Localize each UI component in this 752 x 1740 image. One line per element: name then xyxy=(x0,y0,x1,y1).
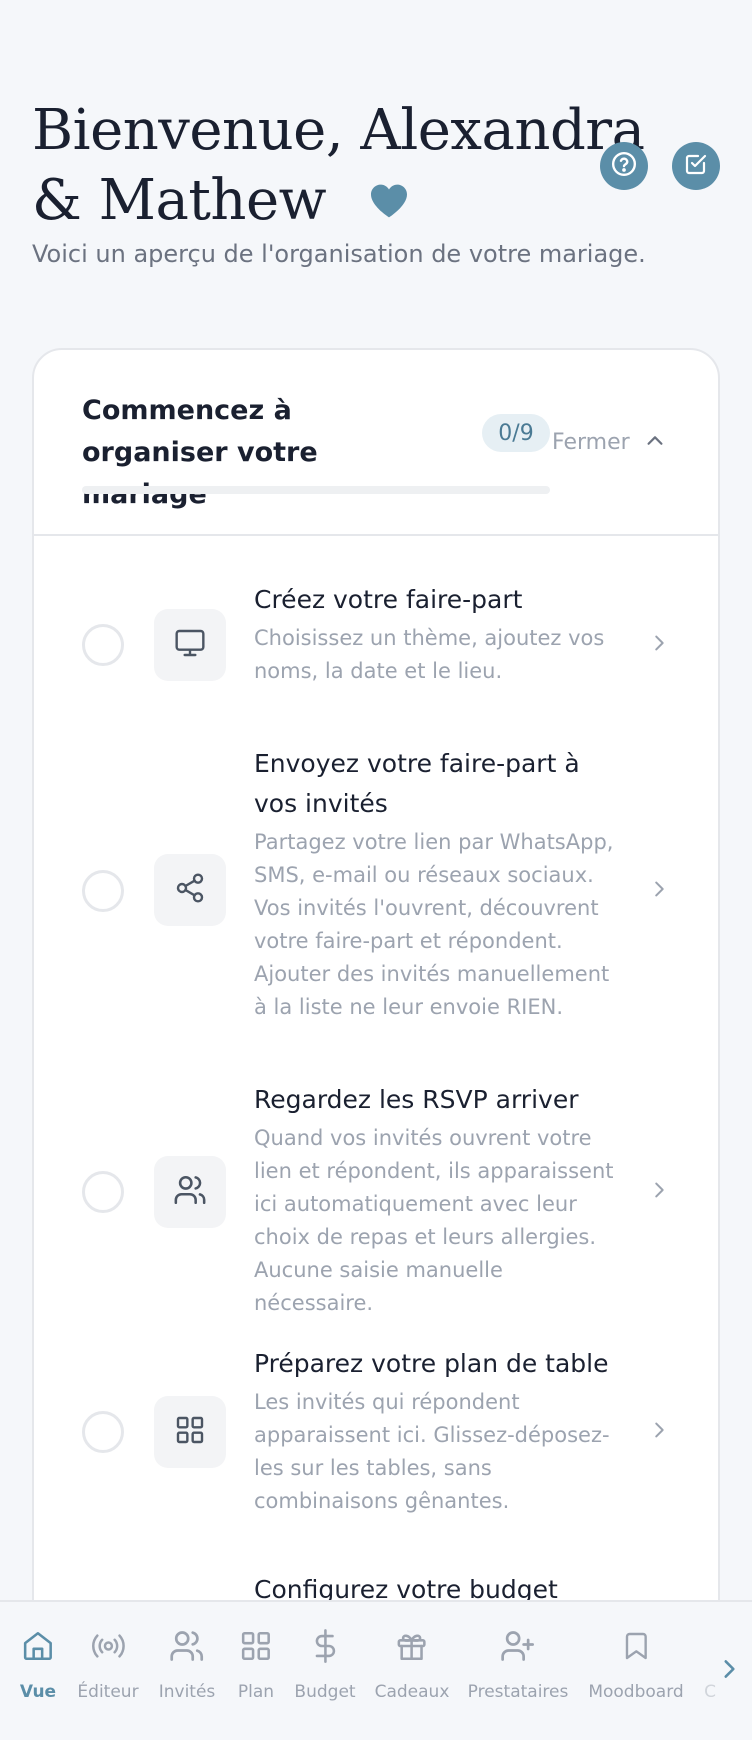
task-seating-plan[interactable]: Préparez votre plan de table Les invités… xyxy=(34,1344,718,1514)
nav-label: Plan xyxy=(237,1682,275,1702)
task-create-invitation[interactable]: Créez votre faire-part Choisissez un thè… xyxy=(34,580,718,710)
users-icon xyxy=(173,1173,207,1211)
task-description: Quand vos invités ouvrent votre lien et … xyxy=(254,1126,614,1315)
home-icon xyxy=(21,1629,55,1668)
nav-label: Moodboard xyxy=(588,1682,684,1702)
nav-label: Prestataires xyxy=(467,1682,569,1702)
dollar-icon xyxy=(308,1628,342,1669)
question-circle-icon xyxy=(611,151,637,181)
task-description: Partagez votre lien par WhatsApp, SMS, e… xyxy=(254,830,614,1019)
chevron-right-icon xyxy=(648,1179,670,1205)
nav-item-plan[interactable]: Plan xyxy=(238,1628,274,1702)
page-subtitle: Voici un aperçu de l'organisation de vot… xyxy=(32,240,646,268)
nav-item-prestataires[interactable]: Prestataires xyxy=(467,1628,569,1702)
task-description: Choisissez un thème, ajoutez vos noms, l… xyxy=(254,626,605,683)
chevron-right-icon[interactable] xyxy=(716,1656,742,1686)
nav-item-invites[interactable]: Invités xyxy=(158,1628,216,1702)
task-checkbox[interactable] xyxy=(82,870,124,912)
onboarding-checklist-card: Commencez à organiser votre mariage 0/9 … xyxy=(32,348,720,1740)
task-icon-container xyxy=(154,854,226,926)
bottom-navigation: Vue Éditeur Invités Plan Budget Cadeaux xyxy=(0,1600,752,1740)
task-checkbox[interactable] xyxy=(82,1171,124,1213)
nav-label: Cadeaux xyxy=(374,1682,450,1702)
nav-item-vue[interactable]: Vue xyxy=(20,1628,56,1702)
checklist-progress-bar xyxy=(82,486,550,494)
bookmark-icon xyxy=(620,1628,652,1669)
nav-item-moodboard[interactable]: Moodboard xyxy=(588,1628,684,1702)
nav-item-budget[interactable]: Budget xyxy=(294,1628,356,1702)
task-send-invitation[interactable]: Envoyez votre faire-part à vos invités P… xyxy=(34,744,718,1034)
task-checkbox[interactable] xyxy=(82,1411,124,1453)
checklist-header: Commencez à organiser votre mariage 0/9 … xyxy=(34,350,718,536)
nav-label: Invités xyxy=(158,1682,216,1702)
task-checkbox[interactable] xyxy=(82,624,124,666)
nav-item-partial[interactable]: C xyxy=(704,1628,716,1702)
nav-item-editeur[interactable]: Éditeur xyxy=(77,1628,139,1702)
task-track-rsvp[interactable]: Regardez les RSVP arriver Quand vos invi… xyxy=(34,1080,718,1315)
check-square-icon xyxy=(684,152,708,180)
chevron-right-icon xyxy=(648,632,670,658)
nav-label: Éditeur xyxy=(77,1682,139,1702)
nav-item-cadeaux[interactable]: Cadeaux xyxy=(374,1628,450,1702)
nav-label: Budget xyxy=(294,1682,356,1702)
page-title-line2: & Mathew xyxy=(32,168,327,233)
gift-icon xyxy=(395,1629,429,1668)
checklist-button[interactable] xyxy=(672,142,720,190)
grid-icon xyxy=(239,1629,273,1668)
share-icon xyxy=(174,872,206,908)
task-icon-container xyxy=(154,609,226,681)
grid-icon xyxy=(174,1414,206,1450)
task-title: Préparez votre plan de table xyxy=(254,1349,609,1378)
heart-icon xyxy=(369,166,409,236)
chevron-right-icon xyxy=(648,1419,670,1445)
checklist-title: Commencez à organiser votre mariage xyxy=(82,395,318,510)
close-checklist-button[interactable]: Fermer xyxy=(552,430,630,455)
task-title: Envoyez votre faire-part à vos invités xyxy=(254,749,580,818)
help-button[interactable] xyxy=(600,142,648,190)
chevron-right-icon xyxy=(648,878,670,904)
user-plus-icon xyxy=(500,1628,536,1669)
users-icon xyxy=(169,1628,205,1669)
task-title: Créez votre faire-part xyxy=(254,585,523,614)
nav-label: C xyxy=(704,1682,716,1702)
chevron-up-icon[interactable] xyxy=(644,430,666,456)
task-title: Regardez les RSVP arriver xyxy=(254,1085,579,1114)
broadcast-icon xyxy=(90,1629,126,1668)
task-icon-container xyxy=(154,1156,226,1228)
monitor-icon xyxy=(174,627,206,663)
task-description: Les invités qui répondent apparaissent i… xyxy=(254,1390,610,1513)
progress-count-badge: 0/9 xyxy=(482,414,550,452)
task-icon-container xyxy=(154,1396,226,1468)
nav-label: Vue xyxy=(19,1682,57,1702)
